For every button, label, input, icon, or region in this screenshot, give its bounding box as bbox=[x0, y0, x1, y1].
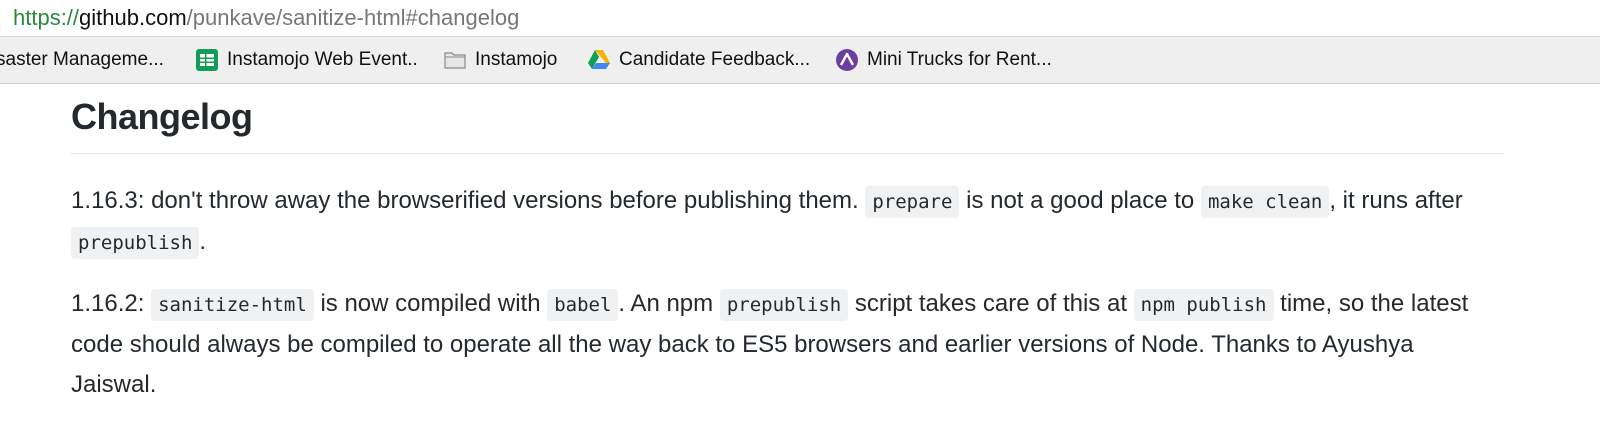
google-drive-icon bbox=[588, 50, 610, 69]
bookmark-disaster-management[interactable]: saster Manageme... bbox=[0, 47, 164, 73]
folder-icon bbox=[444, 52, 466, 69]
entry-text: 1.16.2: bbox=[71, 290, 152, 317]
bookmark-label: Instamojo Web Event.. bbox=[227, 49, 418, 70]
heading-divider bbox=[71, 153, 1504, 154]
entry-text: script takes care of this at bbox=[848, 290, 1134, 317]
url-host: github.com bbox=[79, 5, 187, 30]
code-prepublish: prepublish bbox=[719, 289, 849, 321]
code-npm-publish: npm publish bbox=[1133, 289, 1274, 321]
bookmark-label: Instamojo bbox=[475, 49, 558, 70]
entry-text: 1.16.3: don't throw away the browserifie… bbox=[71, 187, 866, 214]
url-scheme: https:// bbox=[13, 5, 80, 30]
entry-text: is now compiled with bbox=[313, 290, 548, 317]
bookmark-mini-trucks[interactable]: Mini Trucks for Rent... bbox=[835, 47, 1052, 73]
code-make-clean: make clean bbox=[1200, 186, 1330, 218]
bookmark-label: Candidate Feedback... bbox=[619, 49, 811, 70]
bookmark-instamojo-folder[interactable]: Instamojo bbox=[443, 47, 557, 73]
url-text[interactable]: https://github.com/punkave/sanitize-html… bbox=[13, 0, 519, 36]
changelog-entry-1-16-2: 1.16.2: sanitize-html is now compiled wi… bbox=[71, 284, 1504, 405]
bookmark-candidate-feedback[interactable]: Candidate Feedback... bbox=[587, 47, 810, 73]
code-prepublish: prepublish bbox=[71, 227, 200, 259]
entry-text: is not a good place to bbox=[959, 187, 1201, 214]
entry-text: , it runs after bbox=[1329, 187, 1463, 214]
entry-text: . An npm bbox=[618, 290, 720, 317]
changelog-entry-1-16-3: 1.16.3: don't throw away the browserifie… bbox=[71, 181, 1504, 263]
entry-text: . bbox=[199, 228, 207, 255]
bookmarks-bar: saster Manageme... Instamojo Web Event..… bbox=[0, 37, 1600, 84]
site-favicon-icon bbox=[836, 49, 858, 71]
code-sanitize-html: sanitize-html bbox=[151, 289, 314, 321]
bookmark-instamojo-web-event[interactable]: Instamojo Web Event.. bbox=[195, 47, 418, 73]
address-bar[interactable]: https://github.com/punkave/sanitize-html… bbox=[0, 0, 1600, 37]
bookmark-label: saster Manageme... bbox=[0, 49, 164, 70]
code-prepare: prepare bbox=[865, 186, 960, 218]
bookmark-label: Mini Trucks for Rent... bbox=[867, 49, 1052, 70]
url-path: /punkave/sanitize-html#changelog bbox=[186, 5, 520, 30]
page-title: Changelog bbox=[71, 96, 253, 137]
code-babel: babel bbox=[547, 289, 619, 321]
google-sheets-icon bbox=[196, 49, 218, 71]
